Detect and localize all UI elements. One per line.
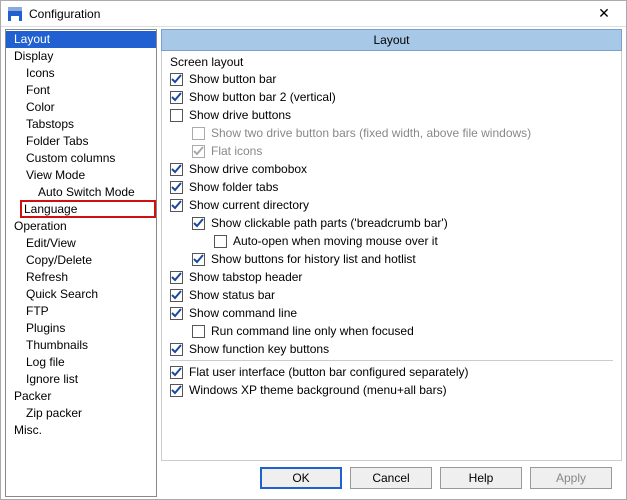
checkbox[interactable]	[170, 343, 183, 356]
checkbox-label: Auto-open when moving mouse over it	[233, 234, 438, 248]
app-icon	[7, 6, 23, 22]
tree-item[interactable]: Layout	[6, 31, 156, 48]
tree-item[interactable]: Display	[6, 48, 156, 65]
tree-item[interactable]: Folder Tabs	[6, 133, 156, 150]
checkbox-label: Windows XP theme background (menu+all ba…	[189, 383, 447, 397]
option-row: Show status bar	[170, 288, 613, 302]
checkbox-label: Show status bar	[189, 288, 275, 302]
option-row: Show function key buttons	[170, 342, 613, 356]
tree-item[interactable]: Copy/Delete	[6, 252, 156, 269]
right-pane: Layout Screen layout Show button barShow…	[161, 29, 622, 497]
checkbox[interactable]	[170, 366, 183, 379]
checkbox[interactable]	[192, 217, 205, 230]
checkbox[interactable]	[170, 91, 183, 104]
button-bar: OK Cancel Help Apply	[161, 461, 622, 497]
option-row: Show button bar 2 (vertical)	[170, 90, 613, 104]
option-row: Flat icons	[192, 144, 613, 158]
tree-item[interactable]: Zip packer	[6, 405, 156, 422]
checkbox[interactable]	[170, 307, 183, 320]
checkbox[interactable]	[170, 271, 183, 284]
checkbox	[192, 127, 205, 140]
option-row: Flat user interface (button bar configur…	[170, 365, 613, 379]
options-list-2: Flat user interface (button bar configur…	[170, 365, 613, 397]
tree-item[interactable]: Thumbnails	[6, 337, 156, 354]
body: LayoutDisplayIconsFontColorTabstopsFolde…	[1, 27, 626, 499]
option-row: Show buttons for history list and hotlis…	[192, 252, 613, 266]
checkbox-label: Show button bar	[189, 72, 276, 86]
option-row: Show two drive button bars (fixed width,…	[192, 126, 613, 140]
tree-item[interactable]: View Mode	[6, 167, 156, 184]
help-button[interactable]: Help	[440, 467, 522, 489]
options-list: Show button bar Show button bar 2 (vertic…	[170, 72, 613, 356]
tree-item[interactable]: Icons	[6, 65, 156, 82]
tree-item[interactable]: Packer	[6, 388, 156, 405]
checkbox-label: Show two drive button bars (fixed width,…	[211, 126, 531, 140]
option-row: Show clickable path parts ('breadcrumb b…	[192, 216, 613, 230]
checkbox-label: Run command line only when focused	[211, 324, 414, 338]
ok-button[interactable]: OK	[260, 467, 342, 489]
tree-item[interactable]: Log file	[6, 354, 156, 371]
cancel-button[interactable]: Cancel	[350, 467, 432, 489]
checkbox-label: Flat icons	[211, 144, 262, 158]
tree-item[interactable]: Misc.	[6, 422, 156, 439]
config-window: Configuration ✕ LayoutDisplayIconsFontCo…	[0, 0, 627, 500]
checkbox-label: Flat user interface (button bar configur…	[189, 365, 468, 379]
tree-item[interactable]: Custom columns	[6, 150, 156, 167]
tree-item[interactable]: Font	[6, 82, 156, 99]
apply-button[interactable]: Apply	[530, 467, 612, 489]
tree-item[interactable]: Quick Search	[6, 286, 156, 303]
category-tree[interactable]: LayoutDisplayIconsFontColorTabstopsFolde…	[5, 29, 157, 497]
checkbox[interactable]	[170, 199, 183, 212]
checkbox-label: Show function key buttons	[189, 342, 329, 356]
option-row: Run command line only when focused	[192, 324, 613, 338]
window-title: Configuration	[29, 7, 588, 21]
tree-item[interactable]: Operation	[6, 218, 156, 235]
options-panel: Screen layout Show button barShow button…	[161, 51, 622, 461]
checkbox[interactable]	[214, 235, 227, 248]
checkbox[interactable]	[192, 325, 205, 338]
section-header: Layout	[161, 29, 622, 51]
option-row: Show command line	[170, 306, 613, 320]
checkbox	[192, 145, 205, 158]
checkbox[interactable]	[170, 73, 183, 86]
tree-item[interactable]: Auto Switch Mode	[6, 184, 156, 201]
checkbox-label: Show button bar 2 (vertical)	[189, 90, 336, 104]
option-row: Show button bar	[170, 72, 613, 86]
checkbox-label: Show buttons for history list and hotlis…	[211, 252, 416, 266]
checkbox-label: Show drive buttons	[189, 108, 291, 122]
checkbox-label: Show command line	[189, 306, 297, 320]
divider	[170, 360, 613, 361]
option-row: Windows XP theme background (menu+all ba…	[170, 383, 613, 397]
checkbox-label: Show folder tabs	[189, 180, 278, 194]
tree-item[interactable]: Edit/View	[6, 235, 156, 252]
close-icon[interactable]: ✕	[588, 5, 620, 22]
tree-item[interactable]: Tabstops	[6, 116, 156, 133]
checkbox[interactable]	[170, 289, 183, 302]
tree-item[interactable]: FTP	[6, 303, 156, 320]
tree-item[interactable]: Ignore list	[6, 371, 156, 388]
checkbox-label: Show drive combobox	[189, 162, 307, 176]
option-row: Show current directory	[170, 198, 613, 212]
checkbox-label: Show current directory	[189, 198, 309, 212]
checkbox[interactable]	[170, 109, 183, 122]
option-row: Show tabstop header	[170, 270, 613, 284]
checkbox[interactable]	[170, 163, 183, 176]
option-row: Auto-open when moving mouse over it	[214, 234, 613, 248]
tree-item[interactable]: Refresh	[6, 269, 156, 286]
checkbox[interactable]	[192, 253, 205, 266]
tree-item[interactable]: Color	[6, 99, 156, 116]
group-label: Screen layout	[170, 55, 613, 69]
option-row: Show drive buttons	[170, 108, 613, 122]
checkbox[interactable]	[170, 384, 183, 397]
tree-item-highlight[interactable]: Language	[20, 200, 156, 218]
tree-item[interactable]: Plugins	[6, 320, 156, 337]
option-row: Show drive combobox	[170, 162, 613, 176]
checkbox-label: Show clickable path parts ('breadcrumb b…	[211, 216, 448, 230]
titlebar: Configuration ✕	[1, 1, 626, 27]
option-row: Show folder tabs	[170, 180, 613, 194]
checkbox[interactable]	[170, 181, 183, 194]
checkbox-label: Show tabstop header	[189, 270, 302, 284]
